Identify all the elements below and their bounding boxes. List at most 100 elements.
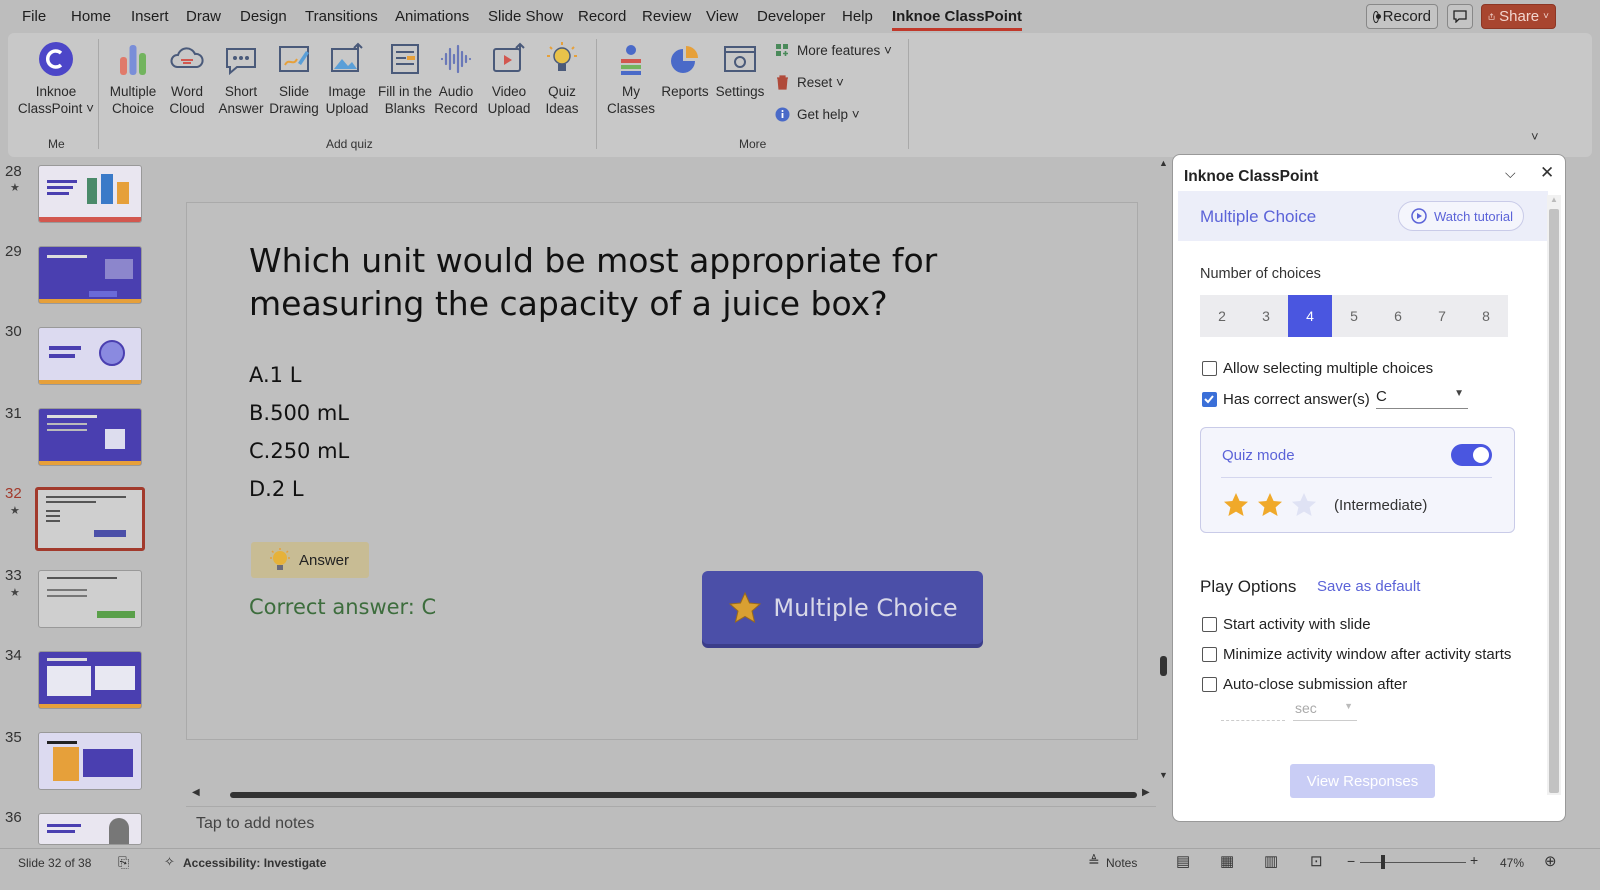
choice-count-5[interactable]: 5 — [1332, 295, 1376, 337]
accessibility-status[interactable]: Accessibility: Investigate — [183, 856, 326, 870]
collapse-ribbon-icon[interactable]: ˅ — [1531, 129, 1539, 144]
menu-help[interactable]: Help — [842, 8, 873, 25]
save-as-default-link[interactable]: Save as default — [1317, 578, 1420, 595]
thumb-number: 31 — [5, 405, 22, 422]
multiple-choice-button[interactable]: Multiple Choice — [106, 41, 160, 117]
slide-thumbnail-33[interactable] — [38, 570, 142, 628]
slide-thumbnail-29[interactable] — [38, 246, 142, 304]
choice-count-7[interactable]: 7 — [1420, 295, 1464, 337]
slide-thumbnail-32[interactable] — [35, 487, 145, 551]
auto-close-unit-select[interactable]: sec ▼ — [1293, 699, 1357, 721]
notes-toggle[interactable]: Notes — [1106, 856, 1137, 870]
scroll-thumb[interactable] — [230, 792, 1137, 798]
start-with-slide-checkbox[interactable] — [1202, 617, 1217, 632]
option-c[interactable]: C.250 mL — [249, 439, 349, 463]
zoom-slider-handle[interactable] — [1381, 855, 1385, 869]
settings-button[interactable]: Settings — [711, 41, 769, 100]
menu-record[interactable]: Record — [578, 8, 626, 25]
scroll-left-icon[interactable]: ◀ — [192, 787, 200, 798]
menu-draw[interactable]: Draw — [186, 8, 221, 25]
question-text[interactable]: Which unit would be most appropriate for… — [249, 239, 1069, 325]
reset-button[interactable]: Reset ˅ — [775, 75, 844, 90]
image-upload-button[interactable]: Image Upload — [320, 41, 374, 117]
fit-to-window-icon[interactable]: ⊕ — [1544, 852, 1557, 870]
menu-file[interactable]: File — [22, 8, 46, 25]
word-cloud-button[interactable]: Word Cloud — [160, 41, 214, 117]
spellcheck-icon[interactable]: ⎘ — [118, 854, 129, 871]
quiz-ideas-button[interactable]: Quiz Ideas — [535, 41, 589, 117]
video-upload-button[interactable]: Video Upload — [482, 41, 536, 117]
slide-thumbnail-28[interactable] — [38, 165, 142, 223]
record-button[interactable]: Record — [1366, 4, 1438, 29]
slide-thumbnail-34[interactable] — [38, 651, 142, 709]
allow-multiple-checkbox[interactable] — [1202, 361, 1217, 376]
menu-animations[interactable]: Animations — [395, 8, 469, 25]
horizontal-scrollbar[interactable]: ◀ ▶ — [192, 787, 1152, 801]
share-button[interactable]: Share ˅ — [1481, 4, 1556, 29]
scroll-thumb[interactable] — [1549, 209, 1559, 793]
scroll-up-icon[interactable]: ▲ — [1159, 158, 1168, 168]
difficulty-star-3-icon[interactable] — [1290, 491, 1318, 519]
option-a[interactable]: A.1 L — [249, 363, 301, 387]
menu-insert[interactable]: Insert — [131, 8, 169, 25]
answer-button[interactable]: Answer — [251, 542, 369, 578]
close-icon[interactable]: ✕ — [1540, 163, 1554, 183]
slide-thumbnail-35[interactable] — [38, 732, 142, 790]
menu-view[interactable]: View — [706, 8, 738, 25]
notes-area[interactable]: Tap to add notes — [186, 806, 1156, 842]
choice-count-3[interactable]: 3 — [1244, 295, 1288, 337]
panel-scrollbar[interactable]: ▲ — [1547, 195, 1561, 795]
difficulty-star-2-icon[interactable] — [1256, 491, 1284, 519]
scroll-right-icon[interactable]: ▶ — [1142, 787, 1150, 798]
slideshow-icon[interactable]: ⊡ — [1310, 852, 1323, 870]
menu-developer[interactable]: Developer — [757, 8, 825, 25]
slide-sorter-icon[interactable]: ▦ — [1220, 852, 1234, 870]
minimize-window-checkbox[interactable] — [1202, 647, 1217, 662]
slide-drawing-button[interactable]: Slide Drawing — [267, 41, 321, 117]
slide-canvas[interactable]: Which unit would be most appropriate for… — [186, 202, 1138, 740]
option-d[interactable]: D.2 L — [249, 477, 304, 501]
quiz-mode-toggle[interactable] — [1451, 444, 1492, 466]
scroll-up-icon[interactable]: ▲ — [1550, 195, 1558, 204]
watch-tutorial-button[interactable]: Watch tutorial — [1398, 201, 1524, 231]
short-answer-button[interactable]: Short Answer — [214, 41, 268, 117]
audio-record-button[interactable]: Audio Record — [429, 41, 483, 117]
choice-count-2[interactable]: 2 — [1200, 295, 1244, 337]
difficulty-star-1-icon[interactable] — [1222, 491, 1250, 519]
view-responses-button[interactable]: View Responses — [1290, 764, 1435, 798]
slide-thumbnail-36[interactable] — [38, 813, 142, 845]
scroll-thumb[interactable] — [1160, 656, 1167, 676]
choice-count-6[interactable]: 6 — [1376, 295, 1420, 337]
menu-review[interactable]: Review — [642, 8, 691, 25]
menu-inknoe-classpoint[interactable]: Inknoe ClassPoint — [892, 8, 1023, 31]
multiple-choice-activity-button[interactable]: Multiple Choice — [702, 571, 983, 644]
reading-view-icon[interactable]: ▥ — [1264, 852, 1278, 870]
zoom-level[interactable]: 47% — [1500, 856, 1524, 870]
zoom-in-icon[interactable]: + — [1470, 852, 1478, 868]
classpoint-button[interactable]: Inknoe ClassPoint ˅ — [14, 41, 98, 117]
zoom-out-icon[interactable]: − — [1347, 853, 1355, 869]
slide-thumbnail-31[interactable] — [38, 408, 142, 466]
slide-thumbnail-30[interactable] — [38, 327, 142, 385]
option-b[interactable]: B.500 mL — [249, 401, 349, 425]
has-correct-checkbox[interactable] — [1202, 392, 1217, 407]
menu-design[interactable]: Design — [240, 8, 287, 25]
auto-close-seconds-input[interactable] — [1221, 701, 1285, 721]
chevron-down-icon[interactable]: ⌵ — [1505, 165, 1516, 182]
auto-close-checkbox[interactable] — [1202, 677, 1217, 692]
choice-count-4[interactable]: 4 — [1288, 295, 1332, 337]
vertical-scrollbar[interactable]: ▲ ▼ — [1156, 158, 1170, 788]
menu-slide-show[interactable]: Slide Show — [488, 8, 563, 25]
correct-answer-select[interactable]: C ▼ — [1376, 385, 1468, 409]
choice-count-8[interactable]: 8 — [1464, 295, 1508, 337]
get-help-button[interactable]: Get help ˅ — [775, 107, 860, 122]
zoom-slider[interactable] — [1360, 862, 1466, 863]
normal-view-icon[interactable]: ▤ — [1176, 852, 1190, 870]
comments-button[interactable] — [1447, 4, 1473, 29]
my-classes-button[interactable]: My Classes — [604, 41, 658, 117]
scroll-down-icon[interactable]: ▼ — [1159, 770, 1168, 780]
menu-transitions[interactable]: Transitions — [305, 8, 378, 25]
reports-button[interactable]: Reports — [658, 41, 712, 100]
menu-home[interactable]: Home — [71, 8, 111, 25]
more-features-button[interactable]: More features ˅ — [775, 43, 892, 58]
